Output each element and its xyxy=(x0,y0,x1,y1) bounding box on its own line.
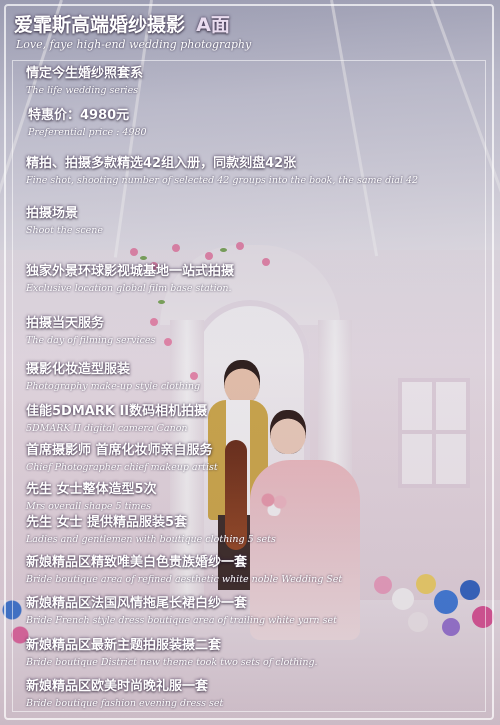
item-translation: The day of filming services xyxy=(26,335,156,346)
item-title: 摄影化妆造型服装 xyxy=(26,362,131,377)
item-title: 拍摄场景 xyxy=(26,206,79,221)
list-item: 拍摄当天服务 The day of filming services xyxy=(26,316,155,347)
item-title: 拍摄当天服务 xyxy=(26,316,105,331)
list-item: 先生 女士 提供精品服装5套 Ladies and gentlemen with… xyxy=(26,515,276,546)
item-translation: 5DMARK II digital camera Canon xyxy=(26,423,188,434)
item-translation: Mrs overall shape 5 times xyxy=(26,501,151,512)
title-line: 爱霏斯高端婚纱摄影 A面 xyxy=(14,10,230,37)
list-item: 先生 女士整体造型5次 Mrs overall shape 5 times xyxy=(26,482,157,513)
text-overlay: 爱霏斯高端婚纱摄影 A面 Love, faye high-end wedding… xyxy=(0,0,500,725)
item-translation: Ladies and gentlemen with boutique cloth… xyxy=(26,534,276,545)
list-item: 摄影化妆造型服装 Photography make-up style cloth… xyxy=(26,362,200,393)
list-item: 佳能5DMARK II数码相机拍摄 5DMARK II digital came… xyxy=(26,404,207,435)
side-label: A面 xyxy=(196,14,230,36)
item-title: 精拍、拍摄多款精选42组入册，同款刻盘42张 xyxy=(26,156,297,171)
item-title: 新娘精品区欧美时尚晚礼服一套 xyxy=(26,679,209,694)
item-title: 独家外景环球影视城基地一站式拍摄 xyxy=(26,264,235,279)
item-title: 情定今生婚纱照套系 xyxy=(26,66,144,81)
item-title: 新娘精品区最新主题拍服装摄二套 xyxy=(26,638,222,653)
list-item: 新娘精品区精致唯美白色贵族婚纱一套 Bride boutique area of… xyxy=(26,555,342,586)
item-translation: Photography make-up style clothing xyxy=(26,381,201,392)
item-translation: Preferential price : 4980 xyxy=(28,127,147,138)
list-item: 情定今生婚纱照套系 The life wedding series xyxy=(26,66,143,97)
wedding-poster: 爱霏斯高端婚纱摄影 A面 Love, faye high-end wedding… xyxy=(0,0,500,725)
item-title: 新娘精品区精致唯美白色贵族婚纱一套 xyxy=(26,555,248,570)
list-item: 独家外景环球影视城基地一站式拍摄 Exclusive location glob… xyxy=(26,264,234,295)
item-title: 先生 女士 提供精品服装5套 xyxy=(26,515,188,530)
list-item: 特惠价：4980元 Preferential price : 4980 xyxy=(28,108,147,139)
item-translation: Shoot the scene xyxy=(26,225,104,236)
item-translation: Bride boutique area of refined aesthetic… xyxy=(26,574,343,585)
list-item: 拍摄场景 Shoot the scene xyxy=(26,206,103,237)
item-title: 首席摄影师 首席化妆师亲自服务 xyxy=(26,443,213,458)
list-item: 新娘精品区欧美时尚晚礼服一套 Bride boutique fashion ev… xyxy=(26,679,223,710)
item-title: 先生 女士整体造型5次 xyxy=(26,482,157,497)
item-translation: The life wedding series xyxy=(26,85,139,96)
item-title: 新娘精品区法国风情拖尾长裙白纱一套 xyxy=(26,596,248,611)
poster-title: 爱霏斯高端婚纱摄影 xyxy=(14,14,186,36)
list-item: 新娘精品区法国风情拖尾长裙白纱一套 Bride French style dre… xyxy=(26,596,337,627)
item-translation: Bride French style dress boutique area o… xyxy=(26,615,337,626)
item-title: 佳能5DMARK II数码相机拍摄 xyxy=(26,404,208,419)
list-item: 首席摄影师 首席化妆师亲自服务 Chief Photographer chief… xyxy=(26,443,218,474)
item-translation: Fine shot, shooting number of selected 4… xyxy=(26,175,419,186)
list-item: 新娘精品区最新主题拍服装摄二套 Bride boutique District … xyxy=(26,638,318,669)
item-translation: Bride boutique District new theme took t… xyxy=(26,657,318,668)
item-translation: Exclusive location global film base stat… xyxy=(26,283,232,294)
item-translation: Bride boutique fashion evening dress set xyxy=(26,698,224,709)
poster-subtitle: Love, faye high-end wedding photography xyxy=(16,38,252,51)
item-translation: Chief Photographer chief makeup artist xyxy=(26,462,218,473)
list-item: 精拍、拍摄多款精选42组入册，同款刻盘42张 Fine shot, shooti… xyxy=(26,156,418,187)
price-label: 特惠价：4980元 xyxy=(28,108,130,123)
